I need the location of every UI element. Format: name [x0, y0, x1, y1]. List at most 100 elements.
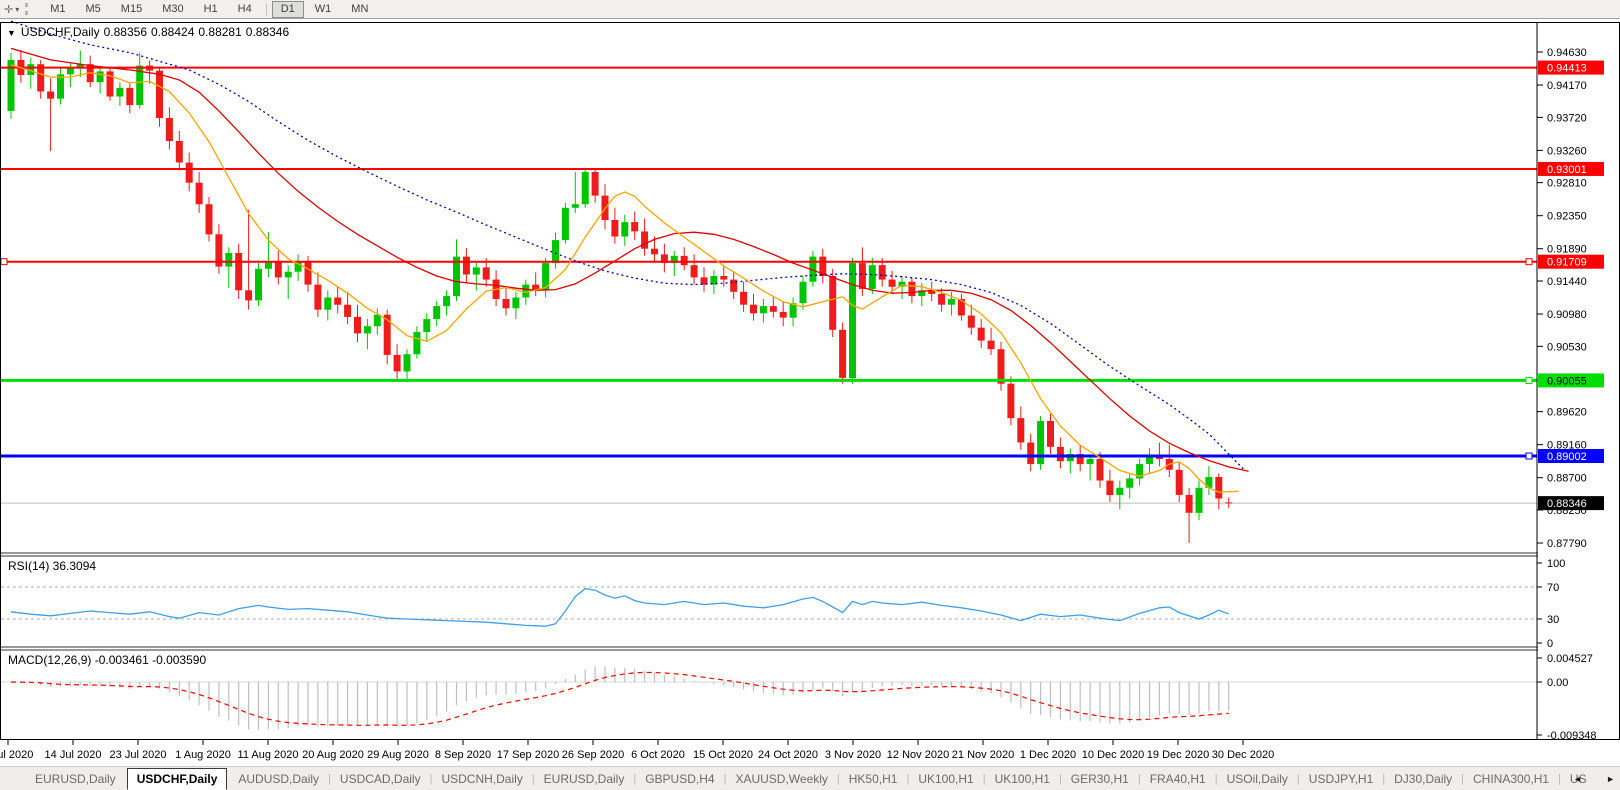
candle-body [67, 68, 74, 75]
tab-dj30-daily[interactable]: DJ30,Daily [1385, 769, 1461, 789]
chart-title: ▼USDCHF,Daily0.883560.884240.882810.8834… [7, 25, 293, 39]
price-axis[interactable]: 0.946300.941700.937200.932600.928100.923… [1537, 22, 1620, 742]
candle-body [978, 328, 985, 341]
price-badge-label: 0.91709 [1547, 257, 1587, 269]
timeframe-button-m30[interactable]: M30 [153, 1, 192, 18]
candle-body [384, 315, 391, 355]
candle-body [1027, 443, 1034, 465]
date-ticks [8, 740, 1243, 745]
candle-body [552, 240, 559, 263]
timeframe-button-h1[interactable]: H1 [195, 1, 227, 18]
candle-body [611, 220, 618, 237]
candle-body [988, 341, 995, 350]
candle-body [691, 265, 698, 277]
candle-body [968, 316, 975, 328]
cursor-dropdown-icon[interactable]: ▾ [15, 5, 19, 14]
axis-tick-label: 0.90530 [1547, 341, 1587, 353]
candle-body [344, 305, 351, 317]
timeframe-button-mn[interactable]: MN [342, 1, 377, 18]
candle-body [374, 315, 381, 327]
quote-open: 0.88356 [104, 25, 147, 39]
price-badge: 0.91709 [1538, 255, 1604, 269]
candle-body [859, 263, 866, 289]
date-label: 30 Dec 2020 [1212, 749, 1274, 761]
price-badge: 0.88346 [1538, 496, 1604, 510]
tabs-scroll-left-icon[interactable]: ◄ [1573, 774, 1582, 784]
rsi-axis-label: 70 [1547, 582, 1559, 594]
hline-handle[interactable] [1526, 377, 1532, 383]
candle-body [225, 253, 232, 267]
price-badge: 0.94413 [1538, 61, 1604, 75]
candle-body [1225, 502, 1232, 503]
timeframe-button-w1[interactable]: W1 [306, 1, 341, 18]
candle-body [97, 71, 104, 82]
tab-eurusd-daily[interactable]: EURUSD,Daily [26, 769, 125, 789]
axis-tick-label: 0.92350 [1547, 211, 1587, 223]
candle-body [1017, 418, 1024, 442]
tab-usdjpy-h1[interactable]: USDJPY,H1 [1300, 769, 1382, 789]
chart-tabbar: EURUSD,DailyUSDCHF,DailyAUDUSD,Daily|USD… [0, 766, 1620, 790]
timeframe-button-m15[interactable]: M15 [112, 1, 151, 18]
candle-body [314, 285, 321, 310]
axis-tick-label: 0.91440 [1547, 276, 1587, 288]
axis-tick-label: 0.92810 [1547, 178, 1587, 190]
candle-body [305, 262, 312, 285]
date-axis[interactable]: 4 Jul 202014 Jul 202023 Jul 20201 Aug 20… [0, 747, 1620, 765]
tab-usdcad-daily[interactable]: USDCAD,Daily [331, 769, 430, 789]
date-label: 21 Nov 2020 [952, 749, 1014, 761]
date-label: 1 Aug 2020 [175, 749, 231, 761]
candle-body [720, 276, 727, 280]
tab-eurusd-daily[interactable]: EURUSD,Daily [535, 769, 634, 789]
candle-body [176, 141, 183, 163]
candle-body [116, 88, 123, 97]
tab-hk50-h1[interactable]: HK50,H1 [840, 769, 907, 789]
tab-audusd-daily[interactable]: AUDUSD,Daily [229, 769, 328, 789]
candle-body [651, 249, 658, 255]
candle-body [463, 257, 470, 275]
macd-axis-label: 0.00 [1547, 677, 1568, 689]
timeframe-button-m1[interactable]: M1 [41, 1, 74, 18]
chart-cursor-icon[interactable]: ✛ [4, 3, 13, 16]
tab-gbpusd-h4[interactable]: GBPUSD,H4 [636, 769, 723, 789]
candle-body [1116, 488, 1123, 495]
hline-handle[interactable] [1526, 259, 1532, 265]
candle-body [562, 208, 569, 240]
tab-uk100-h1[interactable]: UK100,H1 [909, 769, 982, 789]
candle-body [641, 232, 648, 249]
toolbar-grip[interactable] [25, 3, 32, 15]
tab-usdchf-daily[interactable]: USDCHF,Daily [127, 768, 228, 790]
candle-body [1106, 481, 1113, 495]
date-label: 17 Sep 2020 [497, 749, 559, 761]
tab-ger30-h1[interactable]: GER30,H1 [1062, 769, 1138, 789]
macd-indicator-label: MACD(12,26,9) -0.003461 -0.003590 [8, 653, 206, 667]
hline-handle[interactable] [1526, 453, 1532, 459]
candle-body [1215, 477, 1222, 499]
timeframe-button-m5[interactable]: M5 [77, 1, 110, 18]
tab-uk100-h1[interactable]: UK100,H1 [986, 769, 1059, 789]
date-label: 4 Jul 2020 [0, 749, 33, 761]
tab-china300-h1[interactable]: CHINA300,H1 [1464, 769, 1558, 789]
hline-handle[interactable] [1, 259, 7, 265]
candle-body [156, 71, 163, 118]
candle-body [780, 312, 787, 318]
tab-xauusd-weekly[interactable]: XAUUSD,Weekly [726, 769, 836, 789]
candle-body [542, 263, 549, 290]
tab-fra40-h1[interactable]: FRA40,H1 [1141, 769, 1215, 789]
tab-usoil-daily[interactable]: USOil,Daily [1218, 769, 1297, 789]
tab-usdcnh-daily[interactable]: USDCNH,Daily [432, 769, 531, 789]
candle-body [800, 282, 807, 304]
date-label: 19 Dec 2020 [1147, 749, 1209, 761]
candle-body [512, 298, 519, 309]
tabs-scroll-right-icon[interactable]: ► [1606, 774, 1615, 784]
candle-body [1196, 488, 1203, 513]
date-label: 1 Dec 2020 [1020, 749, 1076, 761]
candle-body [869, 265, 876, 289]
date-label: 20 Aug 2020 [302, 749, 364, 761]
candle-body [364, 326, 371, 333]
timeframe-button-h4[interactable]: H4 [229, 1, 261, 18]
candle-body [948, 299, 955, 305]
timeframe-button-d1[interactable]: D1 [272, 1, 304, 18]
price-chart[interactable]: 0.946300.941700.937200.932600.928100.923… [0, 0, 1620, 766]
title-dropdown-icon[interactable]: ▼ [7, 28, 16, 38]
candle-body [1126, 478, 1133, 487]
